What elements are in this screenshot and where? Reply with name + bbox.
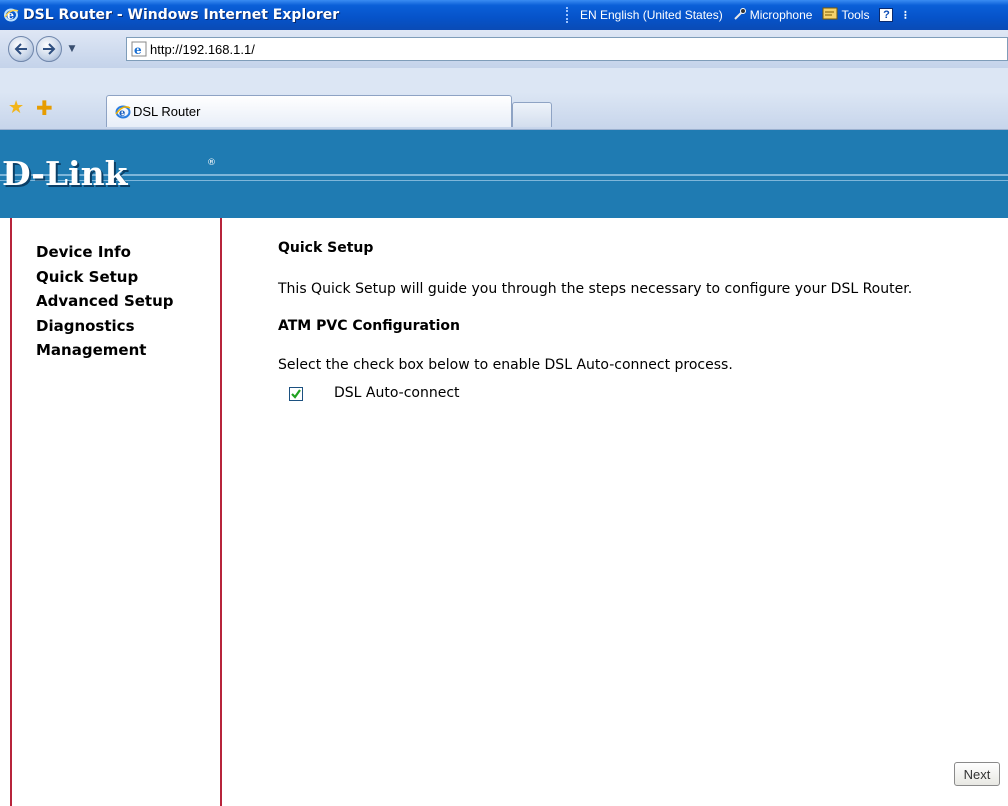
svg-text:e: e bbox=[134, 43, 142, 57]
microphone-label: Microphone bbox=[749, 8, 813, 22]
language-selector[interactable]: EN English (United States) bbox=[580, 8, 723, 22]
tools-button[interactable]: Tools bbox=[822, 7, 869, 24]
sidebar-item-advanced-setup[interactable]: Advanced Setup bbox=[36, 289, 174, 314]
dlink-banner: D-Link ® bbox=[0, 130, 1008, 218]
page-icon: e bbox=[131, 41, 147, 57]
registered-mark: ® bbox=[207, 158, 216, 168]
tab-page-icon: e bbox=[115, 104, 131, 120]
window-title: DSL Router - Windows Internet Explorer bbox=[23, 7, 340, 23]
language-label: EN English (United States) bbox=[580, 8, 723, 22]
section-title: ATM PVC Configuration bbox=[278, 318, 460, 334]
sidebar-item-quick-setup[interactable]: Quick Setup bbox=[36, 265, 174, 290]
language-bar-grip[interactable] bbox=[566, 7, 570, 23]
forward-button[interactable] bbox=[36, 36, 62, 62]
add-favorite-icon[interactable]: ✚ bbox=[36, 96, 53, 120]
sidebar-item-device-info[interactable]: Device Info bbox=[36, 240, 174, 265]
microphone-button[interactable]: Microphone bbox=[733, 7, 813, 24]
url-text: http://192.168.1.1/ bbox=[150, 41, 255, 57]
dlink-logo: D-Link bbox=[2, 154, 128, 193]
tools-label: Tools bbox=[841, 8, 870, 22]
checkmark-icon bbox=[291, 389, 301, 399]
sidebar-item-diagnostics[interactable]: Diagnostics bbox=[36, 314, 174, 339]
auto-connect-checkbox[interactable] bbox=[289, 387, 303, 401]
sidebar: Device Info Quick Setup Advanced Setup D… bbox=[10, 218, 222, 806]
sidebar-menu: Device Info Quick Setup Advanced Setup D… bbox=[36, 240, 174, 363]
sidebar-item-management[interactable]: Management bbox=[36, 338, 174, 363]
tools-icon bbox=[822, 7, 838, 24]
language-bar: EN English (United States) Microphone To… bbox=[566, 5, 1008, 25]
banner-stripe bbox=[0, 174, 1008, 176]
svg-text:e: e bbox=[7, 9, 14, 22]
instruction-text: Select the check box below to enable DSL… bbox=[278, 357, 733, 373]
main-content: Quick Setup This Quick Setup will guide … bbox=[224, 218, 1008, 806]
recent-pages-dropdown[interactable]: ▼ bbox=[64, 41, 80, 57]
svg-text:e: e bbox=[119, 108, 125, 119]
address-toolbar: ▼ e http://192.168.1.1/ bbox=[0, 30, 1008, 68]
microphone-icon bbox=[733, 7, 747, 24]
next-button[interactable]: Next bbox=[954, 762, 1000, 786]
tab-dsl-router[interactable]: e DSL Router bbox=[106, 95, 512, 127]
page-description: This Quick Setup will guide you through … bbox=[278, 281, 913, 297]
help-button[interactable]: ? bbox=[879, 8, 894, 22]
toolbar-spacer bbox=[0, 68, 1008, 92]
banner-stripe bbox=[0, 180, 1008, 181]
tab-label: DSL Router bbox=[133, 104, 201, 119]
address-field[interactable]: e http://192.168.1.1/ bbox=[126, 37, 1008, 61]
favorites-star-icon[interactable]: ★ bbox=[8, 97, 24, 118]
internet-explorer-icon: e bbox=[2, 6, 20, 24]
back-button[interactable] bbox=[8, 36, 34, 62]
page-title: Quick Setup bbox=[278, 240, 374, 256]
auto-connect-label: DSL Auto-connect bbox=[334, 385, 460, 401]
language-bar-options-icon[interactable]: ⁝ bbox=[903, 8, 907, 22]
new-tab-button[interactable] bbox=[512, 102, 552, 127]
